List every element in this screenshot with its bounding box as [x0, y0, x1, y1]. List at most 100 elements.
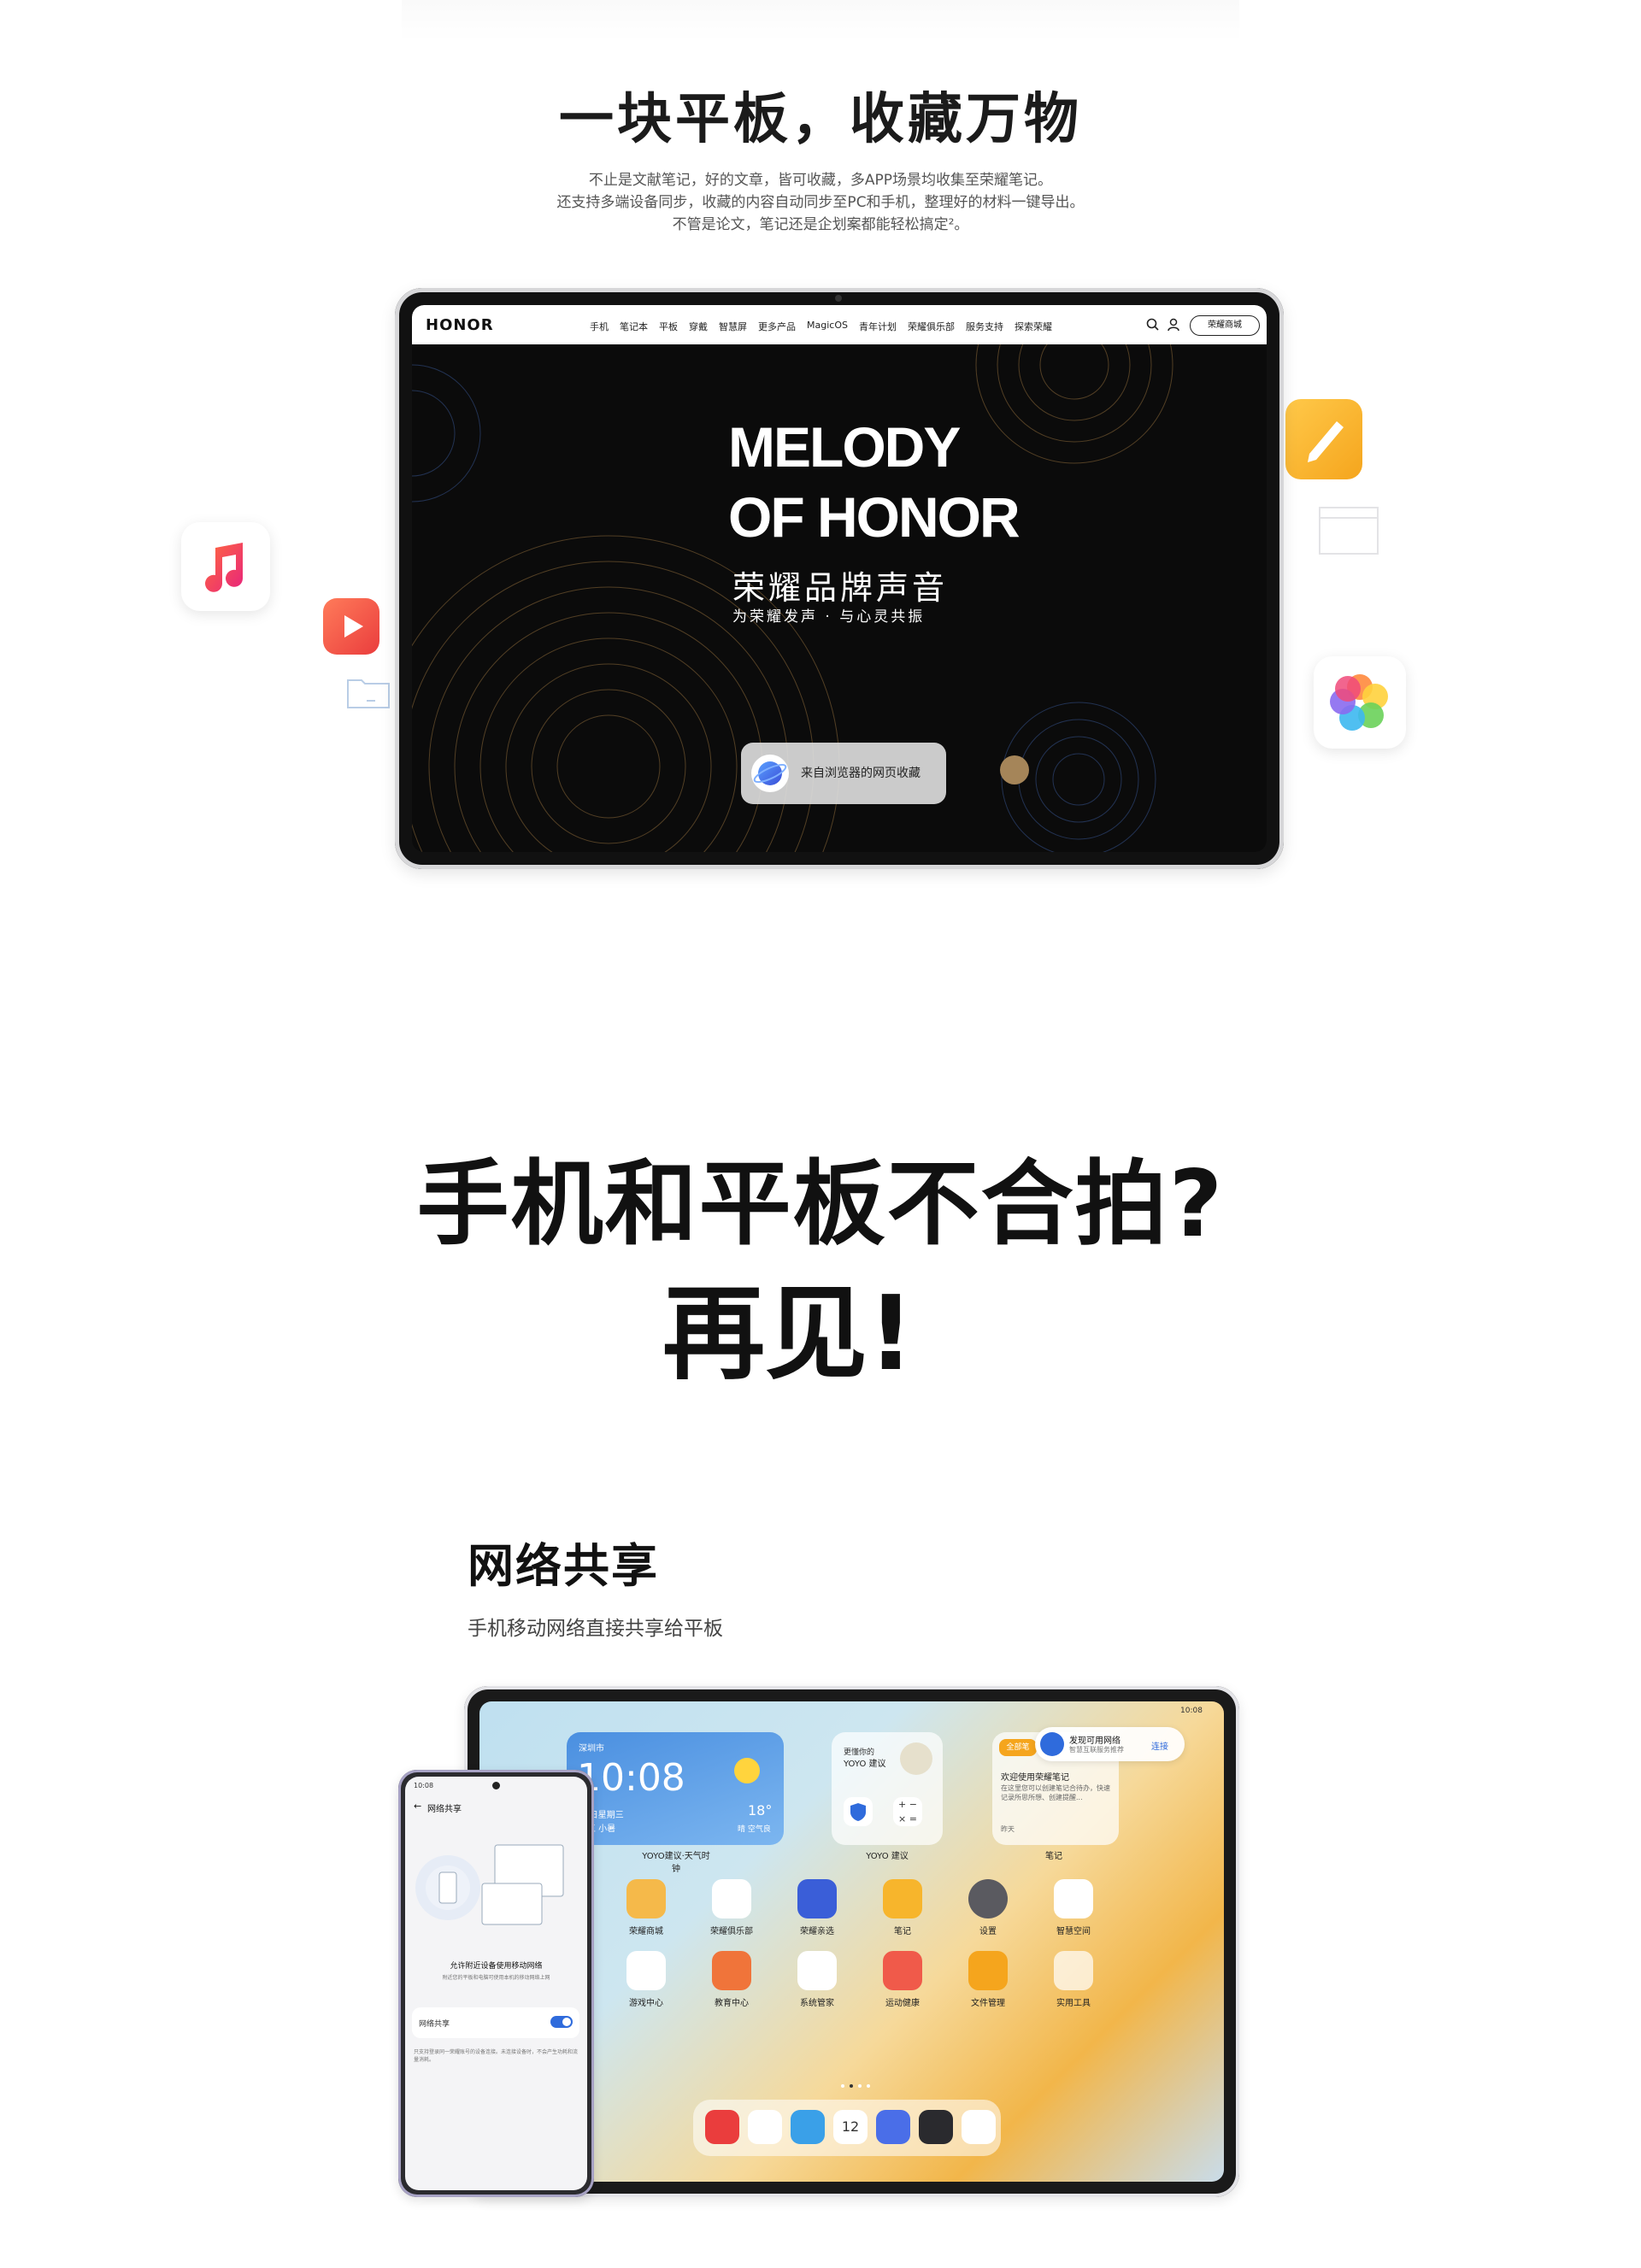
settings-app-icon[interactable]	[968, 1879, 1008, 1918]
music-app-tile	[181, 522, 270, 611]
game-center-app-icon[interactable]	[626, 1951, 666, 1990]
nav-link[interactable]: 手机	[590, 320, 609, 333]
health-app-icon[interactable]	[883, 1951, 922, 1990]
network-share-toggle[interactable]	[550, 2016, 573, 2028]
hero-title: MELODY OF HONOR	[728, 412, 1020, 552]
gallery-app-icon[interactable]	[962, 2110, 996, 2144]
club-app-icon[interactable]	[712, 1879, 751, 1918]
notes-caption: 笔记	[1045, 1852, 1062, 1861]
nav-link[interactable]: 探索荣耀	[1015, 320, 1052, 333]
section1-desc-line-1: 不止是文献笔记，好的文章，皆可收藏，多APP场景均收集至荣耀笔记。	[588, 172, 1053, 189]
tablet-status-time: 10:08	[1180, 1707, 1203, 1715]
connect-button[interactable]: 连接	[1151, 1739, 1168, 1752]
weather-city: 深圳市	[579, 1744, 604, 1754]
app-grid-row-2: 市场 游戏中心 教育中心 系统管家 运动健康 文件管理 实用工具	[522, 1951, 1206, 2011]
notes-tag: 全部笔	[999, 1739, 1037, 1756]
row-label: 网络共享	[419, 2020, 450, 2029]
notes-app-icon[interactable]	[883, 1879, 922, 1918]
phone-screen: 10:08 ← 网络共享 允许附近设备使用移动网络 附近您的平板和电脑可使用本机…	[405, 1777, 587, 2190]
back-arrow-icon[interactable]: ←	[414, 1801, 421, 1812]
music-icon	[205, 543, 243, 592]
hero-subtitle: 为荣耀发声 · 与心灵共振	[732, 608, 926, 626]
calendar-app-icon[interactable]: 12	[833, 2110, 868, 2144]
yoyo-widget[interactable]: 更懂你的 YOYO 建议 + − × =	[832, 1732, 943, 1845]
gallery-app-tile	[1314, 656, 1406, 749]
section1-title: 一块平板，收藏万物	[559, 88, 1082, 151]
tools-folder-icon[interactable]	[1054, 1951, 1093, 1990]
select-app-icon[interactable]	[797, 1879, 837, 1918]
folder-icon	[346, 675, 391, 709]
notify-body: 智慧互联服务推荐	[1069, 1746, 1124, 1754]
section3-subtitle: 手机移动网络直接共享给平板	[468, 1618, 723, 1640]
smart-space-app-icon[interactable]	[1054, 1879, 1093, 1918]
app-label: 荣耀俱乐部	[710, 1927, 753, 1936]
link-icon	[1040, 1732, 1064, 1756]
phone-footnote: 只支持登录同一荣耀账号的设备连接。未连接设备时，不会产生功耗和流量消耗。	[414, 2049, 579, 2063]
app-label: 智慧空间	[1056, 1927, 1091, 1936]
nav-link[interactable]: 荣耀俱乐部	[908, 320, 955, 333]
nav-link[interactable]: 平板	[659, 320, 678, 333]
store-button[interactable]: 荣耀商城	[1190, 315, 1260, 336]
video-app-icon[interactable]	[705, 2110, 739, 2144]
nav-link[interactable]: MagicOS	[807, 320, 848, 333]
window-icon	[1318, 506, 1379, 555]
notes-title: 欢迎使用荣耀笔记	[1001, 1773, 1069, 1783]
reader-app-icon[interactable]	[791, 2110, 825, 2144]
notes-date: 昨天	[1001, 1825, 1015, 1833]
nav-link[interactable]: 服务支持	[966, 320, 1003, 333]
app-label: 实用工具	[1056, 1999, 1091, 2008]
browser-favorite-toast[interactable]: 来自浏览器的网页收藏	[741, 743, 946, 804]
nav-links: 手机 笔记本 平板 穿戴 智慧屏 更多产品 MagicOS 青年计划 荣耀俱乐部…	[590, 320, 1052, 333]
file-manager-app-icon[interactable]	[968, 1951, 1008, 1990]
yoyo-caption: YOYO 建议	[866, 1852, 909, 1861]
video-icon	[323, 598, 379, 655]
browser-app-icon[interactable]	[876, 2110, 910, 2144]
app-label: 游戏中心	[629, 1999, 663, 2008]
weather-caption: YOYO建议·天气时钟	[642, 1852, 710, 1874]
weather-air: 晴 空气良	[738, 1825, 771, 1834]
page-indicator	[838, 2076, 873, 2088]
app-label: 荣耀亲选	[800, 1927, 834, 1936]
search-icon[interactable]	[1145, 317, 1161, 332]
dock: 12	[693, 2100, 1001, 2156]
app-label: 运动健康	[885, 1999, 920, 2008]
yoyo-text-2: YOYO 建议	[844, 1760, 886, 1769]
phone-device: 10:08 ← 网络共享 允许附近设备使用移动网络 附近您的平板和电脑可使用本机…	[398, 1770, 594, 2197]
hero-line-2: OF HONOR	[728, 485, 1020, 549]
notify-title: 发现可用网络	[1069, 1736, 1120, 1746]
camera-app-icon[interactable]	[919, 2110, 953, 2144]
gallery-icon	[1330, 674, 1388, 731]
front-camera	[835, 295, 842, 302]
app-label: 设置	[979, 1927, 997, 1936]
music-app-icon[interactable]	[748, 2110, 782, 2144]
nav-link[interactable]: 智慧屏	[719, 320, 747, 333]
section3-title: 网络共享	[468, 1539, 659, 1593]
honor-logo[interactable]: HONOR	[426, 316, 494, 334]
hero-chinese-title: 荣耀品牌声音	[732, 569, 949, 607]
nav-link[interactable]: 穿戴	[689, 320, 708, 333]
section2-title-line-1: 手机和平板不合拍?	[416, 1151, 1225, 1258]
app-label: 系统管家	[800, 1999, 834, 2008]
user-icon[interactable]	[1166, 317, 1181, 332]
app-label: 笔记	[894, 1927, 911, 1936]
weather-temp: 18°	[748, 1802, 773, 1819]
gold-dot	[1000, 755, 1029, 784]
section2-title-line-2: 再见!	[662, 1275, 915, 1394]
store-app-icon[interactable]	[626, 1879, 666, 1918]
nav-link[interactable]: 笔记本	[620, 320, 648, 333]
top-fade-strip	[402, 0, 1239, 41]
browser-navbar: HONOR 手机 笔记本 平板 穿戴 智慧屏 更多产品 MagicOS 青年计划…	[412, 305, 1267, 344]
section1-desc-line-2: 还支持多端设备同步，收藏的内容自动同步至PC和手机，整理好的材料一键导出。	[556, 194, 1085, 211]
app-label: 荣耀商城	[629, 1927, 663, 1936]
system-manager-app-icon[interactable]	[797, 1951, 837, 1990]
yoyo-orb	[900, 1742, 932, 1775]
toast-text: 来自浏览器的网页收藏	[801, 767, 920, 780]
nav-link[interactable]: 青年计划	[859, 320, 897, 333]
browser-icon	[751, 755, 789, 792]
app-label: 教育中心	[715, 1999, 749, 2008]
network-notification[interactable]: 发现可用网络 智慧互联服务推荐 连接	[1035, 1727, 1185, 1761]
education-app-icon[interactable]	[712, 1951, 751, 1990]
phone-status-time: 10:08	[414, 1782, 434, 1789]
nav-link[interactable]: 更多产品	[758, 320, 796, 333]
weather-widget[interactable]: 深圳市 10:08 12日星期三 廿五 小暑 18° 晴 空气良	[567, 1732, 784, 1845]
